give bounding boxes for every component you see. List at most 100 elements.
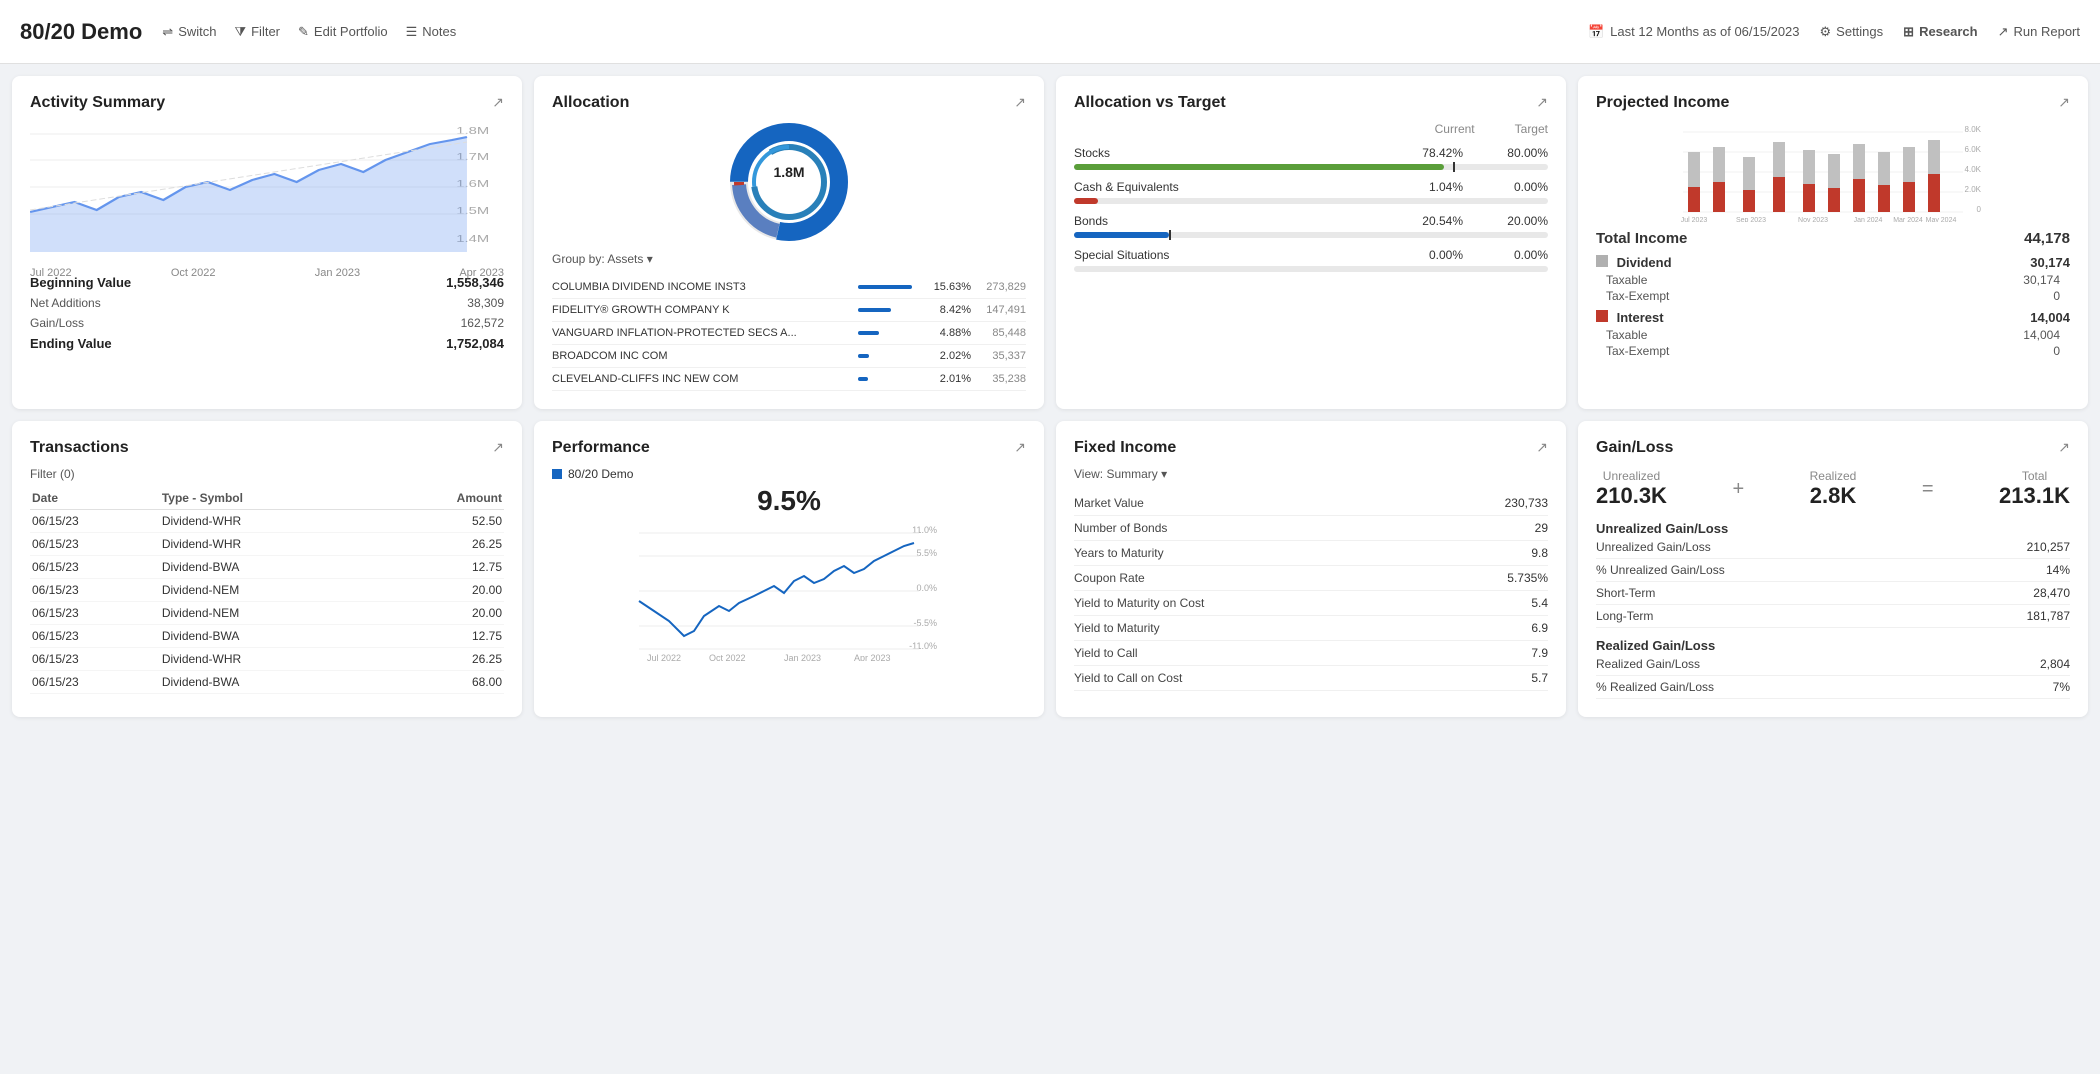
list-item: Market Value230,733: [1074, 491, 1548, 516]
trans-type: Dividend-WHR: [160, 510, 378, 533]
allocation-title: Allocation: [552, 94, 629, 112]
gl-short-term-row: Short-Term 28,470: [1596, 582, 2070, 605]
gain-loss-expand[interactable]: ↗: [2058, 439, 2070, 456]
fi-row-value: 230,733: [1505, 496, 1548, 510]
notes-icon: ☰: [406, 24, 418, 40]
group-by[interactable]: Group by: Assets ▾: [552, 252, 1026, 266]
svg-text:Apr 2023: Apr 2023: [854, 653, 891, 661]
svg-text:Jan 2023: Jan 2023: [784, 653, 821, 661]
fixed-income-header: Fixed Income ↗: [1074, 439, 1548, 457]
gl-total-label: Total: [1999, 469, 2070, 483]
avt-expand[interactable]: ↗: [1536, 94, 1548, 111]
fi-row-value: 29: [1535, 521, 1548, 535]
alloc-pct-4: 2.01%: [926, 373, 971, 385]
avt-vals-stocks: 78.42% 80.00%: [1408, 146, 1548, 160]
avt-target-stocks: 80.00%: [1493, 146, 1548, 160]
trans-amount: 68.00: [378, 671, 504, 694]
performance-card: Performance ↗ 80/20 Demo 9.5% 11.0% 5.5%…: [534, 421, 1044, 717]
trans-date: 06/15/23: [30, 602, 160, 625]
edit-portfolio-button[interactable]: ✎ Edit Portfolio: [298, 24, 388, 40]
dividend-legend-dot: [1596, 255, 1608, 267]
avt-current-special: 0.00%: [1408, 248, 1463, 262]
alloc-bar-1: [858, 308, 918, 312]
fi-row-value: 7.9: [1531, 646, 1548, 660]
switch-button[interactable]: ⇌ Switch: [162, 24, 216, 40]
allocation-expand[interactable]: ↗: [1014, 94, 1026, 111]
gl-pct-realized-value: 7%: [2053, 680, 2070, 694]
fixed-income-expand[interactable]: ↗: [1536, 439, 1548, 456]
svg-text:8.0K: 8.0K: [1965, 125, 1982, 134]
alloc-item-1: FIDELITY® GROWTH COMPANY K 8.42% 147,491: [552, 299, 1026, 322]
edit-portfolio-label: Edit Portfolio: [314, 24, 388, 39]
filter-icon: ⧩: [235, 24, 247, 40]
settings-button[interactable]: ⚙ Settings: [1820, 24, 1884, 40]
performance-expand[interactable]: ↗: [1014, 439, 1026, 456]
transactions-filter[interactable]: Filter (0): [30, 467, 504, 481]
gain-loss-row: Gain/Loss 162,572: [30, 313, 504, 333]
trans-date: 06/15/23: [30, 648, 160, 671]
net-additions-value: 38,309: [467, 296, 504, 310]
svg-text:0: 0: [1977, 205, 1982, 214]
proj-interest-taxable-value: 14,004: [2023, 328, 2060, 342]
fi-row-value: 5.4: [1531, 596, 1548, 610]
dashboard: Activity Summary ↗ 1.8M 1.7M 1.6M 1.5M 1…: [0, 64, 2100, 729]
fi-row-label: Yield to Maturity on Cost: [1074, 596, 1204, 610]
trans-amount: 26.25: [378, 533, 504, 556]
alloc-name-2: VANGUARD INFLATION-PROTECTED SECS A...: [552, 327, 850, 339]
ending-value-label: Ending Value: [30, 336, 112, 351]
trans-date: 06/15/23: [30, 579, 160, 602]
gain-loss-title: Gain/Loss: [1596, 439, 1673, 457]
research-icon: ⊞: [1903, 24, 1914, 40]
svg-text:0.0%: 0.0%: [916, 583, 937, 593]
allocation-card: Allocation ↗ 1.8M Group by: Assets ▾: [534, 76, 1044, 409]
alloc-val-2: 85,448: [971, 327, 1026, 339]
filter-label: Filter (0): [30, 467, 75, 481]
activity-chart-labels: Jul 2022 Oct 2022 Jan 2023 Apr 2023: [30, 267, 504, 279]
trans-type: Dividend-BWA: [160, 671, 378, 694]
avt-current-bonds: 20.54%: [1408, 214, 1463, 228]
gl-long-term-label: Long-Term: [1596, 609, 1653, 623]
research-button[interactable]: ⊞ Research: [1903, 24, 1977, 40]
transactions-expand[interactable]: ↗: [492, 439, 504, 456]
projected-income-expand[interactable]: ↗: [2058, 94, 2070, 111]
avt-bar-stocks: [1074, 164, 1548, 170]
activity-chart-svg: 1.8M 1.7M 1.6M 1.5M 1.4M: [30, 122, 504, 262]
top-bar-right: 📅 Last 12 Months as of 06/15/2023 ⚙ Sett…: [1588, 24, 2080, 40]
fixed-income-card: Fixed Income ↗ View: Summary ▾ Market Va…: [1056, 421, 1566, 717]
avt-row-cash: Cash & Equivalents 1.04% 0.00%: [1074, 180, 1548, 204]
chart-label-2: Oct 2022: [171, 267, 216, 279]
top-actions: ⇌ Switch ⧩ Filter ✎ Edit Portfolio ☰ Not…: [162, 24, 456, 40]
trans-type: Dividend-WHR: [160, 648, 378, 671]
avt-label-bonds: Bonds: [1074, 214, 1108, 228]
activity-summary-title: Activity Summary: [30, 94, 165, 112]
gl-short-term-label: Short-Term: [1596, 586, 1655, 600]
avt-vals-special: 0.00% 0.00%: [1408, 248, 1548, 262]
projected-income-title: Projected Income: [1596, 94, 1729, 112]
projected-income-chart: 8.0K 6.0K 4.0K 2.0K 0: [1596, 122, 2070, 222]
perf-value: 9.5%: [552, 485, 1026, 517]
avt-header: Allocation vs Target ↗: [1074, 94, 1548, 112]
fi-row-label: Yield to Maturity: [1074, 621, 1160, 635]
activity-summary-expand[interactable]: ↗: [492, 94, 504, 111]
svg-text:1.8M: 1.8M: [456, 125, 489, 136]
notes-button[interactable]: ☰ Notes: [406, 24, 457, 40]
donut-chart: 1.8M: [729, 122, 849, 242]
gl-equals-operator: =: [1922, 478, 1934, 501]
svg-text:Jul 2023: Jul 2023: [1681, 217, 1708, 222]
fi-view[interactable]: View: Summary ▾: [1074, 467, 1548, 481]
filter-button[interactable]: ⧩ Filter: [235, 24, 281, 40]
proj-interest-taxable-row: Taxable 14,004: [1596, 327, 2070, 343]
fi-row-label: Yield to Call on Cost: [1074, 671, 1182, 685]
fi-rows: Market Value230,733Number of Bonds29Year…: [1074, 491, 1548, 691]
proj-dividend-taxable-row: Taxable 30,174: [1596, 272, 2070, 288]
gl-unrealized-gl-row: Unrealized Gain/Loss 210,257: [1596, 536, 2070, 559]
avt-label-special: Special Situations: [1074, 248, 1169, 262]
proj-total-label: Total Income: [1596, 230, 1687, 247]
gl-realized-gl-row: Realized Gain/Loss 2,804: [1596, 653, 2070, 676]
avt-current-cash: 1.04%: [1408, 180, 1463, 194]
gl-unrealized-label: Unrealized: [1596, 469, 1667, 483]
alloc-val-3: 35,337: [971, 350, 1026, 362]
fi-row-label: Years to Maturity: [1074, 546, 1164, 560]
alloc-pct-3: 2.02%: [926, 350, 971, 362]
run-report-button[interactable]: ↗ Run Report: [1998, 24, 2080, 40]
